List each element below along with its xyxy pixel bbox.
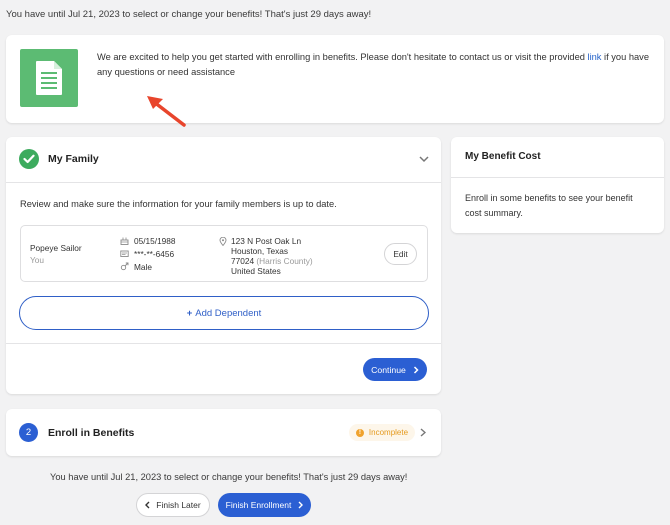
check-icon	[19, 149, 39, 169]
continue-button[interactable]: Continue	[363, 358, 427, 381]
divider	[451, 177, 664, 178]
help-link[interactable]: link	[588, 52, 602, 62]
continue-label: Continue	[371, 364, 406, 375]
my-family-card: My Family Review and make sure the infor…	[6, 137, 441, 394]
status-badge: ! Incomplete	[349, 424, 415, 441]
divider	[6, 343, 441, 344]
member-name: Popeye Sailor	[30, 243, 82, 253]
enroll-benefits-title: Enroll in Benefits	[48, 427, 135, 439]
finish-enrollment-label: Finish Enrollment	[225, 500, 292, 510]
deadline-banner-top: You have until Jul 21, 2023 to select or…	[6, 9, 372, 20]
annotation-arrow-icon	[147, 96, 186, 127]
chevron-right-icon	[413, 365, 419, 374]
gender-icon	[120, 262, 129, 271]
add-dependent-button[interactable]: + Add Dependent	[19, 296, 429, 330]
review-instructions: Review and make sure the information for…	[20, 199, 337, 209]
benefit-cost-title: My Benefit Cost	[465, 151, 541, 162]
member-relation: You	[30, 255, 45, 265]
address-county: (Harris County)	[256, 256, 313, 266]
finish-later-button[interactable]: Finish Later	[136, 493, 210, 517]
edit-member-button[interactable]: Edit	[384, 243, 417, 265]
plus-icon: +	[186, 307, 193, 319]
chevron-down-icon[interactable]	[419, 154, 429, 164]
warning-icon: !	[355, 428, 364, 437]
my-family-title: My Family	[48, 153, 99, 165]
enroll-benefits-card[interactable]: 2 Enroll in Benefits ! Incomplete	[6, 409, 441, 456]
address-zip: 77024	[231, 256, 255, 266]
id-card-icon	[120, 250, 129, 257]
my-family-header[interactable]: My Family	[6, 137, 441, 183]
step-number: 2	[19, 423, 38, 442]
benefit-cost-card: My Benefit Cost Enroll in some benefits …	[451, 137, 664, 233]
intro-card: We are excited to help you get started w…	[6, 35, 664, 123]
status-label: Incomplete	[368, 428, 409, 437]
chevron-right-icon[interactable]	[420, 428, 426, 437]
deadline-banner-bottom: You have until Jul 21, 2023 to select or…	[50, 472, 408, 482]
member-gender: Male	[134, 261, 152, 272]
chevron-right-icon	[298, 501, 304, 509]
address-line1: 123 N Post Oak Ln	[231, 236, 302, 246]
birthday-cake-icon	[120, 237, 129, 245]
family-member-row: Popeye Sailor You 05/15/1988 ***-**-6456…	[20, 225, 428, 282]
finish-later-label: Finish Later	[156, 500, 201, 510]
member-ssn: ***-**-6456	[134, 248, 175, 259]
finish-enrollment-button[interactable]: Finish Enrollment	[218, 493, 311, 517]
map-pin-icon	[219, 237, 227, 246]
intro-message: We are excited to help you get started w…	[97, 52, 649, 77]
document-icon	[20, 49, 78, 107]
add-dependent-label: Add Dependent	[195, 307, 262, 319]
chevron-left-icon	[145, 501, 150, 509]
benefit-cost-text: Enroll in some benefits to see your bene…	[465, 193, 633, 218]
address-line2: Houston, Texas	[231, 246, 289, 256]
address-country: United States	[231, 266, 281, 276]
member-dob: 05/15/1988	[134, 235, 176, 246]
